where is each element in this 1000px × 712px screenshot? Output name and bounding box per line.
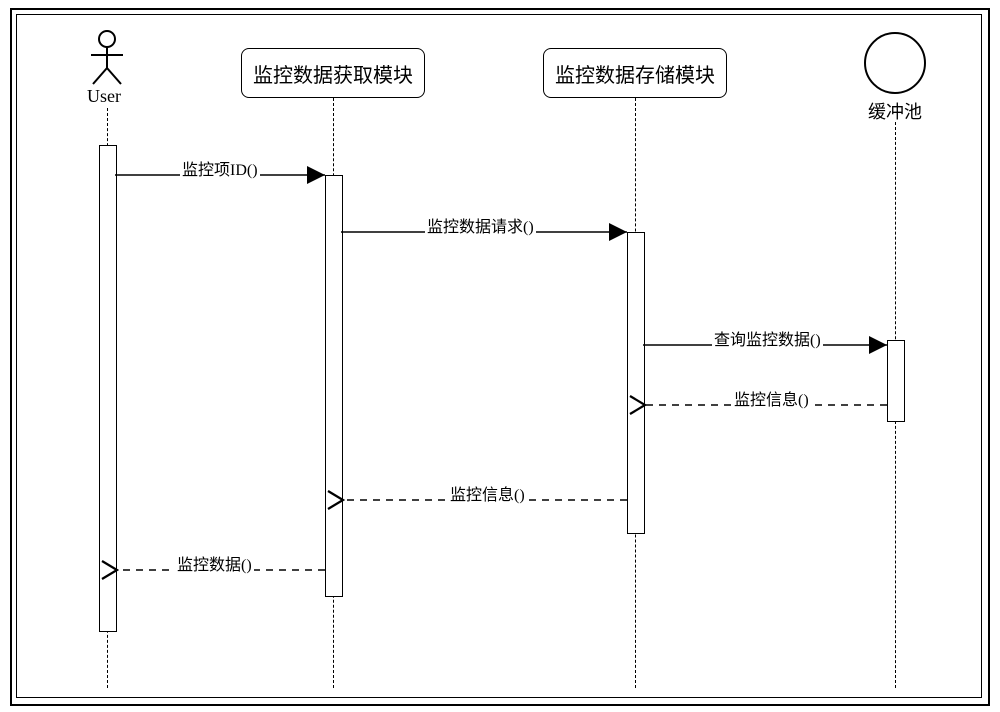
label-m6: 监控数据() bbox=[175, 551, 254, 575]
label-m5: 监控信息() bbox=[448, 481, 527, 505]
label-m1: 监控项ID() bbox=[180, 156, 260, 180]
participant-acquire-box: 监控数据获取模块 bbox=[241, 48, 425, 98]
label-m2: 监控数据请求() bbox=[425, 213, 536, 237]
inner-border bbox=[16, 14, 982, 698]
activation-acquire bbox=[325, 175, 343, 597]
actor-user-icon bbox=[85, 30, 129, 86]
participant-pool-icon bbox=[862, 30, 928, 96]
participant-acquire-label: 监控数据获取模块 bbox=[253, 59, 413, 88]
participant-store-box: 监控数据存储模块 bbox=[543, 48, 727, 98]
activation-pool bbox=[887, 340, 905, 422]
activation-store bbox=[627, 232, 645, 534]
activation-user bbox=[99, 145, 117, 632]
participant-store-label: 监控数据存储模块 bbox=[555, 59, 715, 88]
participant-pool-label: 缓冲池 bbox=[868, 98, 922, 124]
sequence-diagram-canvas: User 监控数据获取模块 监控数据存储模块 缓冲池 bbox=[0, 0, 1000, 712]
label-m3: 查询监控数据() bbox=[712, 326, 823, 350]
actor-user-label: User bbox=[87, 86, 121, 107]
label-m4: 监控信息() bbox=[732, 386, 811, 410]
